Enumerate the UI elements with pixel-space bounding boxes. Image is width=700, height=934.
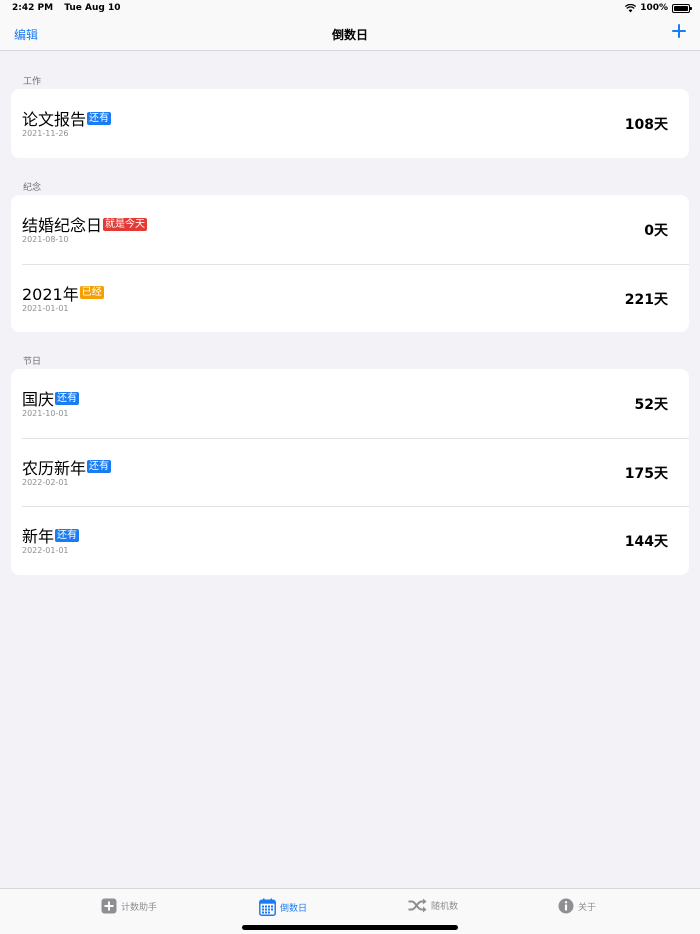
tab-label: 随机数 [431,902,459,912]
event-date: 2021-01-01 [22,303,69,313]
section-header-holidays: 节日 [23,357,42,367]
section-card-holidays: 国庆 还有 2021-10-01 52天 农历新年 还有 2022-02-01 … [11,369,689,575]
status-date: Tue Aug 10 [64,3,121,13]
tab-random[interactable]: 随机数 [408,898,458,913]
battery-percent: 100% [640,3,668,13]
section-header-anniversary: 纪念 [23,183,42,193]
status-badge: 就是今天 [103,217,148,231]
plus-icon[interactable] [672,24,686,38]
status-left: 2:42 PM Tue Aug 10 [12,3,121,13]
tab-label: 倒数日 [280,903,308,914]
page-title: 倒数日 [331,28,368,42]
event-date: 2021-10-01 [22,409,69,418]
status-badge: 还有 [55,391,80,405]
tab-label: 计数助手 [121,902,158,913]
section-card-work: 论文报告 还有 2021-11-26 108天 [11,89,689,158]
event-name: 论文报告 [22,110,87,129]
tab-label: 关于 [578,902,597,913]
tab-about[interactable]: 关于 [558,898,596,914]
list-item[interactable]: 新年 还有 2022-01-01 144天 [11,506,689,575]
day-count: 52天 [634,397,668,413]
event-date: 2021-11-26 [22,129,69,138]
plus-square-icon [101,898,117,914]
status-right: 100% [625,3,692,13]
row-title: 论文报告 还有 [22,106,112,130]
row-title: 国庆 还有 [22,386,80,410]
event-name: 结婚纪念日 [22,216,103,235]
list-item[interactable]: 论文报告 还有 2021-11-26 108天 [11,89,689,158]
shuffle-icon [408,898,427,913]
status-time: 2:42 PM [12,3,54,13]
event-name: 新年 [22,527,55,546]
list-item[interactable]: 农历新年 还有 2022-02-01 175天 [11,437,689,507]
event-name: 国庆 [22,390,55,409]
home-indicator [242,925,458,930]
day-count: 0天 [644,223,668,239]
day-count: 175天 [624,465,668,482]
event-date: 2021-08-10 [22,235,69,244]
event-name: 2021年 [22,284,79,304]
list-item[interactable]: 国庆 还有 2021-10-01 52天 [11,369,689,438]
info-icon [558,898,574,914]
status-badge: 还有 [87,111,112,125]
wifi-icon [625,3,637,13]
navigation-bar: 编辑 倒数日 [0,18,700,51]
row-title: 结婚纪念日 就是今天 [22,212,148,236]
status-bar: 2:42 PM Tue Aug 10 100% [0,0,700,18]
event-name: 农历新年 [22,458,87,478]
calendar-icon [259,898,276,916]
battery-icon [672,3,692,13]
day-count: 221天 [624,291,668,308]
list-item[interactable]: 结婚纪念日 就是今天 2021-08-10 0天 [11,195,689,264]
tab-counter[interactable]: 计数助手 [101,898,157,914]
row-title: 新年 还有 [22,523,80,547]
day-count: 144天 [624,534,668,550]
row-title: 2021年 已经 [22,281,104,305]
list-item[interactable]: 2021年 已经 2021-01-01 221天 [11,263,689,333]
status-badge: 还有 [55,528,80,542]
day-count: 108天 [624,117,668,133]
section-header-work: 工作 [23,77,42,87]
event-date: 2022-02-01 [22,477,69,487]
status-badge: 还有 [87,460,112,473]
tab-countdown[interactable]: 倒数日 [259,898,307,916]
event-date: 2022-01-01 [22,546,69,555]
section-card-anniversary: 结婚纪念日 就是今天 2021-08-10 0天 2021年 已经 2021-0… [11,195,689,332]
status-badge: 已经 [79,286,104,299]
row-title: 农历新年 还有 [22,455,112,479]
